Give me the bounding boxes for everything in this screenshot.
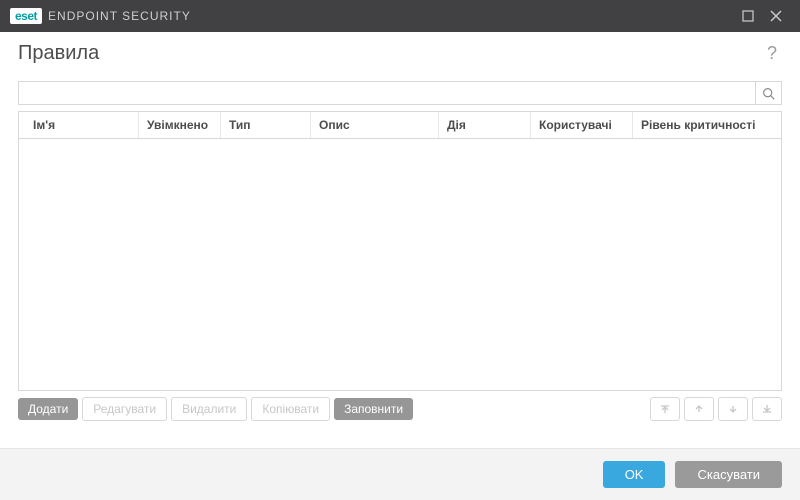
- page-title: Правила: [18, 42, 762, 65]
- col-action[interactable]: Дія: [439, 112, 531, 138]
- table-header: Ім'я Увімкнено Тип Опис Дія Користувачі …: [19, 112, 781, 139]
- col-enabled[interactable]: Увімкнено: [139, 112, 221, 138]
- window-close-icon[interactable]: [762, 2, 790, 30]
- cancel-button[interactable]: Скасувати: [675, 461, 782, 488]
- populate-button[interactable]: Заповнити: [334, 398, 413, 420]
- titlebar: eset ENDPOINT SECURITY: [0, 0, 800, 32]
- product-name: ENDPOINT SECURITY: [48, 9, 191, 23]
- col-name[interactable]: Ім'я: [19, 112, 139, 138]
- move-up-icon: [684, 397, 714, 421]
- move-bottom-icon: [752, 397, 782, 421]
- col-type[interactable]: Тип: [221, 112, 311, 138]
- col-desc[interactable]: Опис: [311, 112, 439, 138]
- move-down-icon: [718, 397, 748, 421]
- col-severity[interactable]: Рівень критичності: [633, 112, 781, 138]
- table-body[interactable]: [19, 139, 781, 390]
- help-icon[interactable]: ?: [762, 43, 782, 64]
- brand-logo: eset ENDPOINT SECURITY: [10, 8, 191, 24]
- search-input[interactable]: [19, 82, 755, 104]
- delete-button: Видалити: [171, 397, 247, 421]
- dialog-header: Правила ?: [0, 32, 800, 71]
- rules-table: Ім'я Увімкнено Тип Опис Дія Користувачі …: [18, 111, 782, 391]
- search-row: [18, 81, 782, 105]
- col-users[interactable]: Користувачі: [531, 112, 633, 138]
- search-icon[interactable]: [755, 82, 781, 104]
- window-maximize-icon[interactable]: [734, 2, 762, 30]
- copy-button: Копіювати: [251, 397, 330, 421]
- add-button[interactable]: Додати: [18, 398, 78, 420]
- row-toolbar: Додати Редагувати Видалити Копіювати Зап…: [18, 397, 782, 421]
- move-top-icon: [650, 397, 680, 421]
- brand-mark: eset: [10, 8, 42, 24]
- dialog-footer: OK Скасувати: [0, 448, 800, 500]
- edit-button: Редагувати: [82, 397, 167, 421]
- ok-button[interactable]: OK: [603, 461, 666, 488]
